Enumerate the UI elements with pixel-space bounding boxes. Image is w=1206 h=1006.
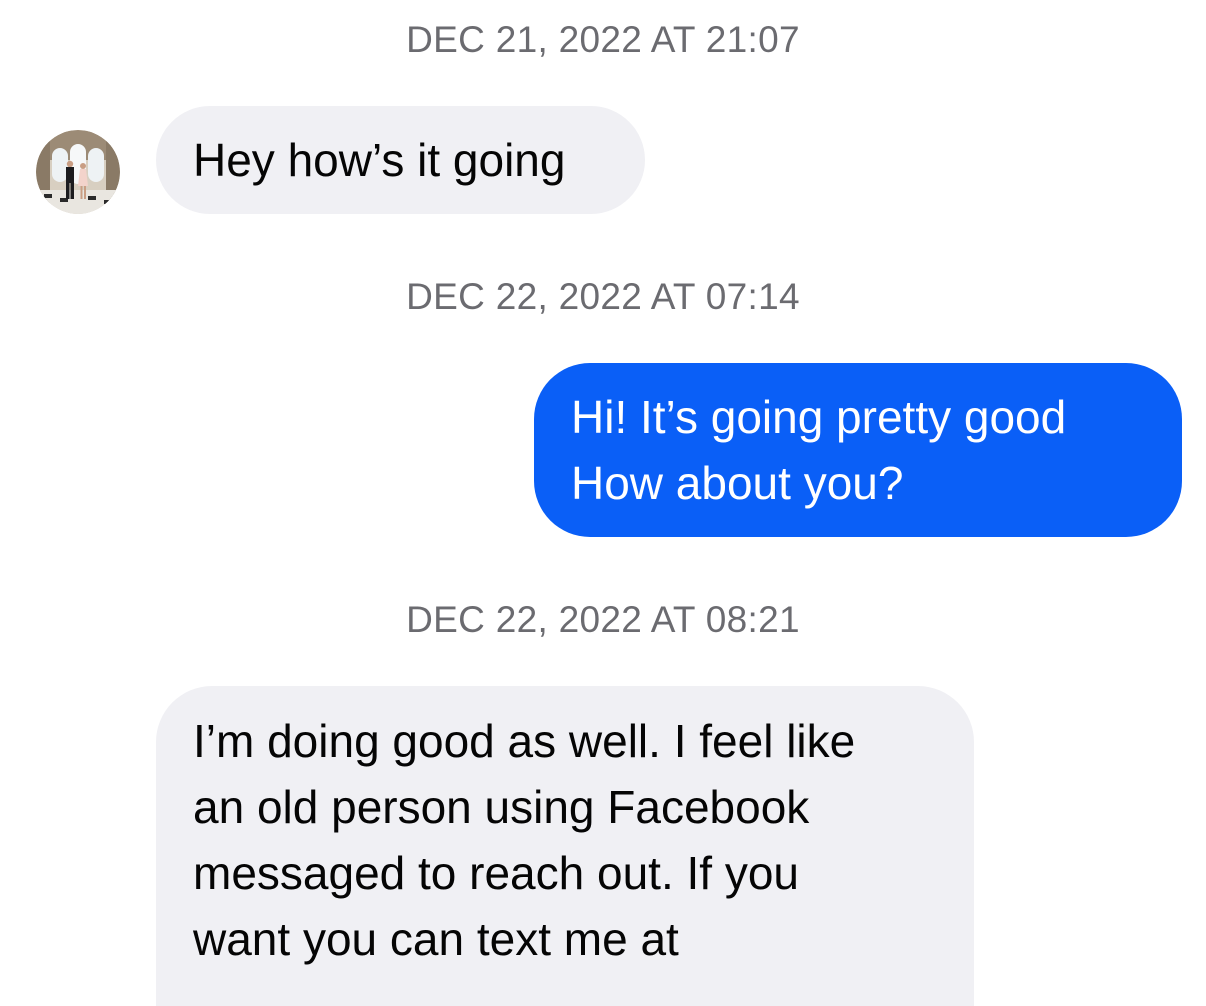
- incoming-message-bubble[interactable]: Hey how’s it going: [156, 106, 645, 214]
- contact-avatar[interactable]: [36, 130, 120, 214]
- message-text: Hey how’s it going: [193, 134, 566, 186]
- message-text-line: I’m doing good as well. I feel like: [193, 715, 856, 767]
- message-text-line: an old person using Facebook: [193, 781, 810, 833]
- timestamp: DEC 22, 2022 AT 07:14: [406, 276, 800, 317]
- message-text-line: messaged to reach out. If you: [193, 847, 800, 899]
- incoming-message-bubble[interactable]: I’m doing good as well. I feel like an o…: [156, 686, 974, 1006]
- timestamp: DEC 22, 2022 AT 08:21: [406, 599, 800, 640]
- message-text-line: Hi! It’s going pretty good: [571, 391, 1067, 443]
- timestamp: DEC 21, 2022 AT 21:07: [406, 19, 800, 60]
- message-text-line: want you can text me at: [193, 913, 679, 965]
- outgoing-message-bubble[interactable]: Hi! It’s going pretty good How about you…: [534, 363, 1182, 537]
- message-text-line: How about you?: [571, 457, 904, 509]
- avatar-photo-icon: [36, 130, 120, 214]
